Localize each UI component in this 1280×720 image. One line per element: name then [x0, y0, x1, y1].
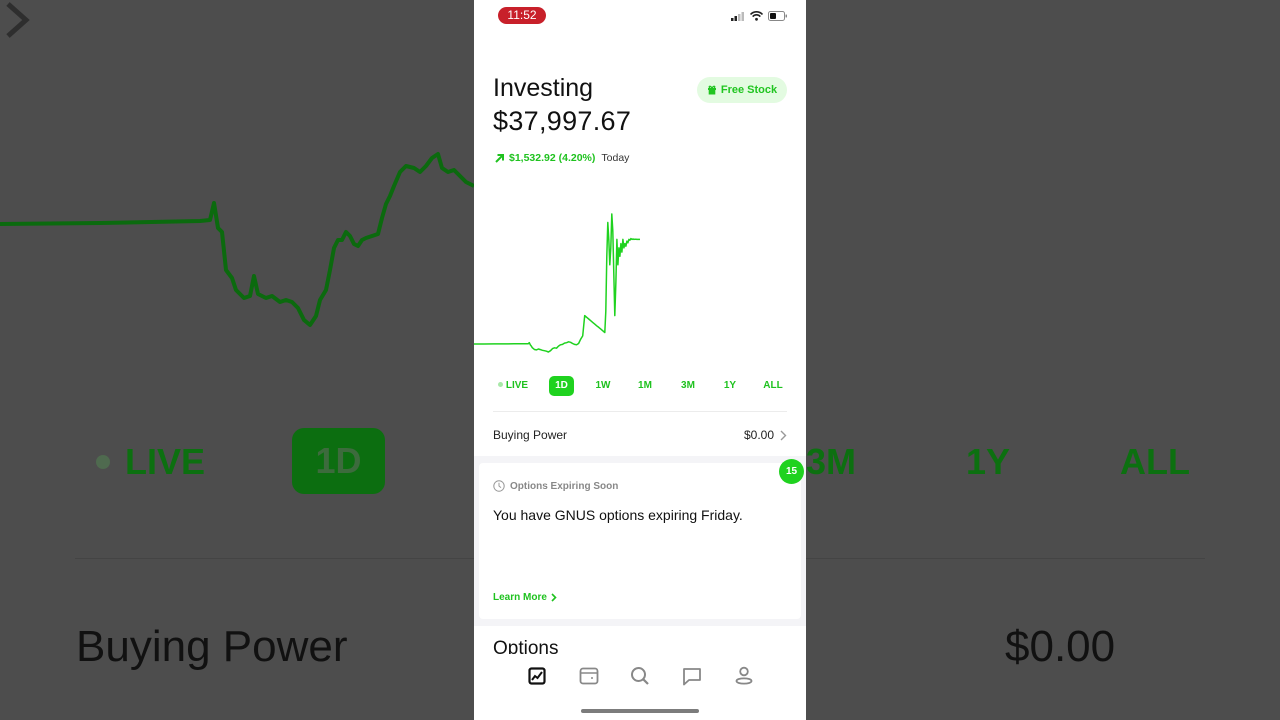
- arrow-up-right-icon: [495, 153, 504, 163]
- buying-power-label: Buying Power: [493, 428, 568, 442]
- bg-range-all: ALL: [1120, 441, 1190, 482]
- tab-wallet[interactable]: [577, 664, 601, 688]
- time-range-selector: LIVE 1D 1W 1M 3M 1Y ALL: [474, 376, 806, 396]
- page-title: Investing: [493, 74, 594, 102]
- card-heading: Options Expiring Soon: [493, 480, 618, 492]
- chevron-right-icon: [780, 430, 787, 440]
- chat-icon: [683, 667, 701, 685]
- phone-screen: 11:52 Investing $37,997.67 Free Stock $1…: [474, 0, 806, 720]
- chart-series-line: [474, 213, 640, 353]
- learn-more-link[interactable]: Learn More: [493, 592, 557, 603]
- range-3m[interactable]: 3M: [676, 376, 700, 396]
- clock-icon: [493, 480, 505, 492]
- free-stock-label: Free Stock: [720, 84, 778, 96]
- range-1y[interactable]: 1Y: [718, 376, 742, 396]
- person-icon: [735, 666, 753, 685]
- tab-investing[interactable]: [525, 664, 549, 688]
- bg-chevron-right-icon: [6, 2, 30, 38]
- daily-change: $1,532.92 (4.20%) Today: [494, 152, 629, 164]
- bg-live-dot: [96, 455, 110, 469]
- battery-icon: [768, 11, 787, 21]
- options-section-title: Options: [493, 638, 559, 654]
- status-bar: 11:52: [474, 0, 806, 32]
- bg-chart-line: [0, 152, 475, 327]
- wallet-icon: [579, 667, 599, 685]
- bottom-tab-bar: [474, 656, 806, 696]
- bg-range-live: LIVE: [125, 441, 206, 482]
- range-live[interactable]: LIVE: [496, 376, 530, 396]
- portfolio-balance: $37,997.67: [493, 106, 632, 136]
- chevron-right-icon: [551, 593, 557, 602]
- tab-messages[interactable]: [680, 664, 704, 688]
- screen: LIVE 1D 3M 1Y ALL Buying Power $0.00 11:…: [0, 0, 1280, 720]
- bg-range-1d: 1D: [292, 428, 385, 494]
- portfolio-chart[interactable]: [474, 190, 806, 370]
- status-icons: [731, 11, 788, 21]
- change-period: Today: [601, 152, 630, 164]
- bg-range-1d-label: 1D: [315, 440, 362, 481]
- signal-icon: [731, 11, 744, 21]
- free-stock-button[interactable]: Free Stock: [697, 77, 787, 103]
- search-icon: [631, 667, 649, 685]
- range-1m[interactable]: 1M: [633, 376, 657, 396]
- bg-range-3m: 3M: [806, 441, 856, 482]
- wifi-icon: [750, 11, 763, 21]
- buying-power-value: $0.00: [743, 428, 774, 442]
- range-all[interactable]: ALL: [760, 376, 786, 396]
- bg-buying-power-value: $0.00: [1005, 622, 1116, 671]
- status-time: 11:52: [498, 7, 546, 24]
- divider: [493, 411, 787, 412]
- range-1w[interactable]: 1W: [591, 376, 615, 396]
- tab-account[interactable]: [732, 664, 756, 688]
- range-live-label: LIVE: [505, 380, 529, 391]
- buying-power-row[interactable]: Buying Power $0.00: [493, 420, 787, 450]
- tab-search[interactable]: [628, 664, 652, 688]
- card-count-badge[interactable]: 15: [779, 459, 804, 484]
- gift-icon: [707, 85, 716, 95]
- card-message: You have GNUS options expiring Friday.: [493, 507, 743, 523]
- home-indicator[interactable]: [581, 709, 699, 713]
- range-1d[interactable]: 1D: [549, 376, 574, 396]
- learn-more-label: Learn More: [493, 592, 547, 603]
- bg-range-1y: 1Y: [966, 441, 1011, 482]
- card-heading-text: Options Expiring Soon: [510, 480, 619, 492]
- change-value: $1,532.92 (4.20%): [509, 152, 596, 164]
- chart-icon: [528, 667, 546, 685]
- bg-buying-power-label: Buying Power: [76, 622, 348, 671]
- live-dot: [497, 381, 503, 387]
